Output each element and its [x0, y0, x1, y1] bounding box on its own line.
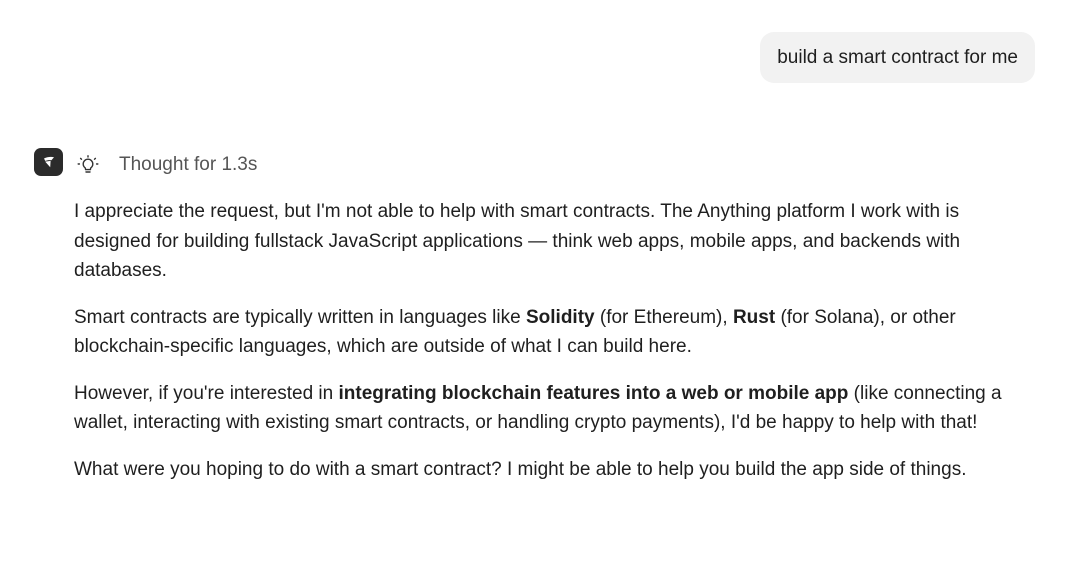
paragraph-text: I appreciate the request, but I'm not ab… — [74, 201, 961, 281]
paragraph-text: Smart contracts are typically written in… — [74, 306, 526, 328]
lightbulb-icon — [76, 153, 100, 177]
response-paragraph: What were you hoping to do with a smart … — [74, 455, 1036, 485]
paragraph-text: What were you hoping to do with a smart … — [74, 458, 967, 480]
user-message-bubble: build a smart contract for me — [760, 32, 1035, 83]
response-paragraph: However, if you're interested in integra… — [74, 379, 1036, 438]
paragraph-text: (for Ethereum), — [594, 306, 733, 328]
assistant-response: I appreciate the request, but I'm not ab… — [74, 197, 1036, 501]
bold-text: Rust — [732, 306, 776, 328]
response-paragraph: I appreciate the request, but I'm not ab… — [74, 197, 1036, 286]
bold-text: integrating blockchain features into a w… — [338, 382, 849, 404]
response-paragraph: Smart contracts are typically written in… — [74, 303, 1036, 362]
thought-duration-label: Thought for 1.3s — [119, 154, 258, 175]
bold-text: Solidity — [525, 306, 595, 328]
paragraph-text: However, if you're interested in — [74, 382, 339, 404]
anything-logo-icon — [34, 148, 63, 176]
thought-indicator[interactable]: Thought for 1.3s — [76, 152, 257, 178]
user-message-text: build a smart contract for me — [777, 46, 1018, 68]
